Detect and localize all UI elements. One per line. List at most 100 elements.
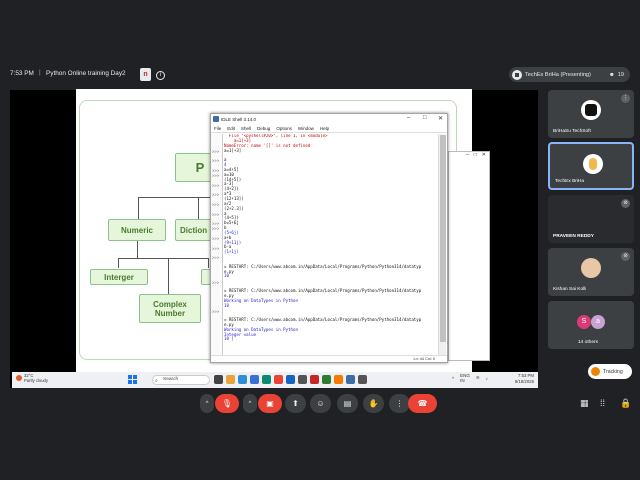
app-icon[interactable] [262, 375, 271, 384]
edge-icon[interactable] [238, 375, 247, 384]
idle-menu-window[interactable]: Window [298, 126, 314, 131]
weather-icon [16, 375, 22, 381]
app-icon[interactable] [358, 375, 367, 384]
raise-hand-button[interactable]: ✋ [363, 394, 384, 413]
taskbar-apps [214, 375, 367, 384]
slide-node-complex: Complex Number [139, 294, 201, 323]
tracking-button[interactable]: Tracking [588, 364, 632, 379]
participant-tile[interactable]: ⊘ Kishan Sai Kolli [548, 248, 634, 296]
app-icon[interactable] [322, 375, 331, 384]
python-icon[interactable] [346, 375, 355, 384]
more-options-icon[interactable]: ⋮ [621, 94, 630, 103]
windows-start-icon[interactable] [128, 375, 137, 384]
app-icon[interactable] [310, 375, 319, 384]
slide-line [198, 197, 199, 219]
shell-text[interactable]: File "<pyshell#20>", line 1, in <module>… [224, 134, 438, 342]
hangup-icon: ☎ [417, 399, 428, 408]
vertical-scrollbar[interactable] [438, 134, 446, 356]
people-icon: ☻ [608, 71, 615, 78]
shell-prompt: >>> [212, 255, 220, 261]
maximize-icon[interactable]: □ [474, 152, 477, 161]
more-options-button[interactable]: ⋮ [389, 394, 410, 413]
participant-name: BriHaSu TechSoft [553, 129, 591, 134]
idle-shell-output[interactable]: >>> >>> >>> >>> >>> >>> >>> >>> >>> >>> >>> >>> >>> >… [211, 134, 439, 356]
idle-menu-edit[interactable]: Edit [227, 126, 235, 131]
shell-prompt: >>> [212, 182, 220, 188]
present-icon: ⬆ [292, 399, 299, 408]
background-window[interactable]: – □ ✕ [448, 151, 490, 361]
lock-icon[interactable]: 🔒 [620, 398, 631, 409]
idle-title-bar[interactable]: IDLE Shell 3.14.0 – □ ✕ [211, 114, 447, 125]
weather-widget[interactable]: 32°C Partly cloudy [16, 373, 48, 383]
mic-off-icon: 🎙 [221, 399, 233, 408]
info-icon[interactable]: i [156, 71, 165, 80]
mic-off-icon: ⊘ [621, 199, 630, 208]
avatar [583, 154, 603, 174]
idle-menu-help[interactable]: Help [320, 126, 329, 131]
emoji-icon: ☺ [316, 399, 325, 408]
region-code: IN [460, 378, 465, 383]
mic-toggle-button[interactable]: 🎙 [215, 394, 239, 413]
language-indicator[interactable]: ENG IN [460, 373, 470, 383]
people-count-value: 19 [617, 71, 624, 78]
minimize-icon[interactable]: – [407, 115, 410, 121]
shell-prompt: >>> [212, 245, 220, 251]
idle-menu-debug[interactable]: Debug [257, 126, 270, 131]
shell-prompt: >>> [212, 279, 220, 285]
participant-tile[interactable]: TechEx BriHa [548, 142, 634, 190]
clock-date: 9/18/2025 [514, 379, 534, 384]
participant-name: TechEx BriHa [555, 179, 585, 184]
minimize-icon[interactable]: – [466, 152, 469, 161]
prompt-gutter: >>> >>> >>> >>> >>> >>> >>> >>> >>> >>> >>> >>> >>> >… [211, 134, 223, 356]
scroll-thumb[interactable] [440, 135, 446, 342]
close-icon[interactable]: ✕ [482, 152, 486, 161]
idle-shell-window[interactable]: IDLE Shell 3.14.0 – □ ✕ File Edit Shell Deb… [210, 113, 448, 363]
outlook-icon[interactable] [286, 375, 295, 384]
app-icon[interactable] [334, 375, 343, 384]
explorer-icon[interactable] [226, 375, 235, 384]
close-icon[interactable]: ✕ [438, 115, 443, 122]
people-count[interactable]: ☻ 19 [609, 72, 624, 78]
participant-name: 14 others [578, 340, 599, 345]
meeting-title: Python Online training Day2 [46, 70, 126, 77]
presenting-chip[interactable]: TechEx BriHa (Presenting) ☻ 19 [509, 67, 630, 82]
tray-chevron-icon[interactable]: ^ [452, 376, 454, 381]
maximize-icon[interactable]: □ [423, 115, 427, 121]
idle-menu-file[interactable]: File [214, 126, 221, 131]
chat-icon[interactable]: ▦ [580, 398, 589, 409]
avatar: a [591, 315, 605, 329]
slide-line [208, 258, 209, 268]
participant-tile-others[interactable]: S a 14 others [548, 301, 634, 349]
shell-prompt: >>> [212, 148, 220, 154]
present-button[interactable]: ⬆ [285, 394, 306, 413]
leave-call-button[interactable]: ☎ [408, 394, 437, 413]
app-icon[interactable] [298, 375, 307, 384]
camera-toggle-button[interactable]: ▣ [258, 394, 282, 413]
audio-options-button[interactable]: ^ [200, 394, 214, 413]
captions-button[interactable]: ▤ [337, 394, 358, 413]
store-icon[interactable] [250, 375, 259, 384]
chrome-icon[interactable] [274, 375, 283, 384]
idle-menu-bar: File Edit Shell Debug Options Window Help [211, 125, 447, 133]
participant-tile[interactable]: ⋮ BriHaSu TechSoft [548, 90, 634, 138]
chevron-up-icon: ^ [248, 400, 252, 407]
participant-tile[interactable]: ⊘ PRAVEEN REDDY [548, 195, 634, 243]
idle-menu-options[interactable]: Options [276, 126, 292, 131]
slide-line [118, 258, 119, 268]
taskbar-search[interactable]: ⌕ Search [152, 375, 210, 385]
volume-icon[interactable]: ♪ [486, 376, 488, 381]
idle-menu-shell[interactable]: Shell [241, 126, 251, 131]
slide-line [138, 197, 139, 219]
taskbar-clock[interactable]: 7:53 PM 9/18/2025 [515, 373, 534, 385]
present-screen-icon [512, 69, 522, 80]
emoji-button[interactable]: ☺ [310, 394, 331, 413]
avatar [581, 100, 601, 120]
shell-line: = RESTART: C:/Users/www.abcom.in/AppData… [224, 288, 422, 293]
activities-icon[interactable]: ⁞⁞ [600, 398, 605, 408]
video-options-button[interactable]: ^ [243, 394, 257, 413]
taskview-icon[interactable] [214, 375, 223, 384]
wifi-icon[interactable]: ≋ [476, 375, 480, 381]
slide-line [118, 258, 208, 259]
host-badge-icon[interactable]: n [140, 68, 151, 81]
shell-prompt: >>> [212, 226, 220, 232]
